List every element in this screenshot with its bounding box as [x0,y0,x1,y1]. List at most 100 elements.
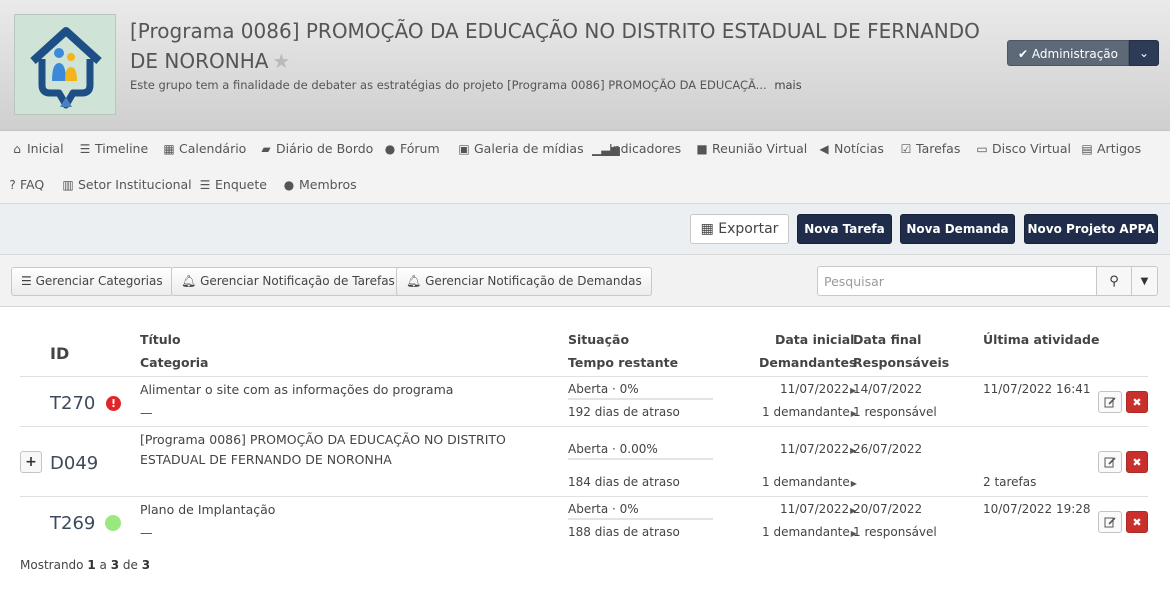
nav-item-diario[interactable]: ▰ Diário de Bordo [259,141,373,156]
pagination-total: 3 [141,558,151,572]
export-button[interactable]: ▦ Exportar [690,214,789,244]
admin-button-group: ✔ Administração ⌄ [1007,40,1160,66]
nav-label: Indicadores [609,141,682,156]
search-options-toggle[interactable]: ▼ [1131,266,1158,296]
manage-demand-notifications-button[interactable]: 🔔︎ Gerenciar Notificação de Demandas [396,267,652,296]
question-icon: ? [9,177,16,192]
nav-item-galeria[interactable]: ▣ Galeria de mídias [457,141,584,156]
nav-item-enquete[interactable]: ☰ Enquete [198,177,267,192]
row-divider [20,376,1148,377]
book-icon: ▰ [261,141,271,156]
user-icon: ● [283,177,295,192]
delete-button[interactable]: ✖ [1126,511,1148,533]
nav-item-indicadores[interactable]: ▁▃▅ Indicadores [592,141,681,156]
manage-task-notifications-button[interactable]: 🔔︎ Gerenciar Notificação de Tarefas [171,267,405,296]
col-header-remaining[interactable]: Tempo restante [568,355,678,370]
search-input[interactable] [817,266,1097,296]
signal-icon: ▁▃▅ [592,141,620,156]
row-divider [20,426,1148,427]
nav-item-calendario[interactable]: ▦ Calendário [162,141,246,156]
search-button[interactable]: ⚲ [1096,266,1132,296]
nav-label: Disco Virtual [992,141,1071,156]
delete-button[interactable]: ✖ [1126,451,1148,473]
col-header-category[interactable]: Categoria [140,355,208,370]
nav-item-membros[interactable]: ● Membros [282,177,357,192]
col-header-start[interactable]: Data inicial [775,332,854,347]
row-progress-bar [568,398,713,400]
pagination-from: 1 [87,558,96,572]
new-task-button[interactable]: Nova Tarefa [797,214,892,244]
new-project-button[interactable]: Novo Projeto APPA [1024,214,1158,244]
list-icon: ☰ [79,141,91,156]
row-category: — [140,405,153,420]
row-id[interactable]: T269 [50,513,95,534]
nav-item-tarefas[interactable]: ☑ Tarefas [899,141,961,156]
edit-button[interactable] [1098,511,1122,533]
edit-button[interactable] [1098,451,1122,473]
col-header-demanders[interactable]: Demandantes [759,355,856,370]
nav-item-inicial[interactable]: ⌂ Inicial [10,141,63,156]
more-link[interactable]: mais [774,78,801,92]
nav-label: Diário de Bordo [276,141,374,156]
col-header-end[interactable]: Data final [853,332,921,347]
row-demanders-text: 1 demandante [762,475,850,489]
row-responsible: 1 responsável [853,525,937,539]
row-start-date-text: 11/07/2022 [780,502,850,516]
row-title[interactable]: Alimentar o site com as informações do p… [140,382,453,397]
nav-label: Galeria de mídias [474,141,584,156]
delete-button[interactable]: ✖ [1126,391,1148,413]
nav-item-forum[interactable]: ● Fórum [383,141,440,156]
nav-item-artigos[interactable]: ▤ Artigos [1080,141,1141,156]
edit-button[interactable] [1098,391,1122,413]
col-header-last-activity[interactable]: Última atividade [983,332,1099,347]
col-header-title[interactable]: Título [140,332,181,347]
expand-button[interactable]: + [20,451,42,473]
manage-categories-button[interactable]: ☰ Gerenciar Categorias [11,267,173,296]
row-responsible: 1 responsável [853,405,937,419]
action-bar: ▦ Exportar Nova Tarefa Nova Demanda Novo… [0,204,1170,255]
chevron-down-icon: ⌄ [1138,46,1150,60]
new-demand-button[interactable]: Nova Demanda [900,214,1015,244]
bell-icon: 🔔︎ [181,274,197,288]
row-status: Aberta · 0% [568,382,639,396]
nav-label: Reunião Virtual [712,141,808,156]
nav-item-disco[interactable]: ▭ Disco Virtual [975,141,1071,156]
nav-item-setor[interactable]: ▥ Setor Institucional [61,177,192,192]
nav-label: Setor Institucional [78,177,192,192]
row-title[interactable]: Plano de Implantação [140,502,275,517]
row-remaining: 188 dias de atraso [568,525,680,539]
hdd-icon: ▭ [976,141,988,156]
row-id[interactable]: D049 [50,453,98,474]
col-header-responsible[interactable]: Responsáveis [853,355,949,370]
nav-item-timeline[interactable]: ☰ Timeline [78,141,149,156]
row-id[interactable]: T270 [50,393,95,414]
pagination-sep2: de [122,558,138,572]
image-icon: ▣ [458,141,470,156]
admin-dropdown-toggle[interactable]: ⌄ [1129,40,1160,66]
row-start-date: 11/07/2022▶ [780,382,856,396]
filter-bar: ☰ Gerenciar Categorias 🔔︎ Gerenciar Noti… [0,255,1170,307]
nav-label: FAQ [20,177,45,192]
nav-item-faq[interactable]: ? FAQ [8,177,44,192]
row-demanders: 1 demandante▶ [762,525,857,539]
export-button-label: Exportar [718,221,779,237]
nav-item-reuniao[interactable]: ■ Reunião Virtual [695,141,807,156]
nav-label: Tarefas [916,141,961,156]
close-icon: ✖ [1132,455,1142,469]
nav-label: Calendário [179,141,247,156]
col-header-status[interactable]: Situação [568,332,629,347]
pagination-prefix: Mostrando [20,558,84,572]
favorite-star-icon[interactable]: ★ [272,49,290,73]
admin-button[interactable]: ✔ Administração [1007,40,1130,66]
status-ok-icon [105,515,121,531]
nav-label: Membros [299,177,357,192]
nav-label: Fórum [400,141,440,156]
row-demanders-text: 1 demandante [762,405,850,419]
building-icon: ▥ [62,177,74,192]
plus-icon: + [25,454,37,470]
row-status: Aberta · 0.00% [568,442,658,456]
edit-icon [1104,397,1116,408]
bullhorn-icon: ◀ [819,141,829,156]
nav-item-noticias[interactable]: ◀ Notícias [817,141,884,156]
row-title[interactable]: [Programa 0086] PROMOÇÃO DA EDUCAÇÃO NO … [140,430,560,470]
